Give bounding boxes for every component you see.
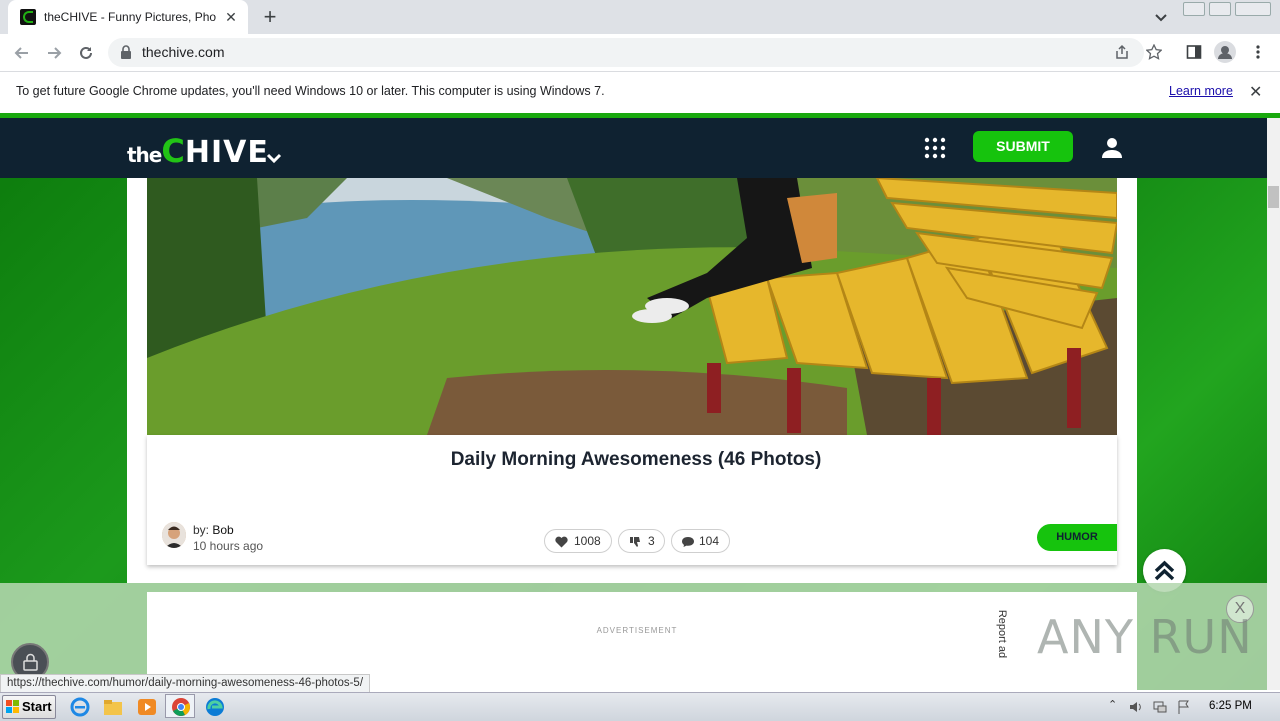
tray-expand-icon[interactable]: ⌃	[1108, 698, 1117, 711]
like-button[interactable]: 1008	[544, 529, 612, 553]
thumbs-down-icon	[630, 537, 640, 547]
status-bar-url: https://thechive.com/humor/daily-morning…	[0, 674, 371, 693]
comments-button[interactable]: 104	[671, 529, 730, 553]
new-tab-button[interactable]: +	[258, 5, 282, 29]
address-bar[interactable]	[108, 38, 1144, 67]
reload-icon[interactable]	[76, 43, 96, 63]
chrome-icon	[172, 698, 190, 716]
logo-the: the	[127, 143, 162, 167]
back-arrow-icon[interactable]	[12, 43, 32, 63]
windows-logo-icon	[6, 700, 19, 713]
user-account-icon[interactable]	[1100, 136, 1124, 160]
media-player-icon[interactable]	[136, 697, 158, 717]
category-badge[interactable]: HUMOR	[1037, 524, 1117, 551]
internet-explorer-icon[interactable]	[69, 697, 91, 717]
comment-count: 104	[699, 534, 720, 548]
heart-icon	[555, 536, 568, 548]
submit-button[interactable]: SUBMIT	[973, 131, 1073, 162]
side-panel-icon[interactable]	[1186, 44, 1202, 60]
apps-grid-icon[interactable]	[924, 137, 946, 159]
edge-icon[interactable]	[204, 697, 226, 717]
like-count: 1008	[574, 534, 601, 548]
author-prefix: by:	[193, 523, 210, 537]
scrollbar-thumb[interactable]	[1268, 186, 1279, 208]
thechive-logo[interactable]: theCHIVE	[127, 132, 269, 170]
window-close-button[interactable]	[1235, 2, 1271, 16]
tab-title: theCHIVE - Funny Pictures, Photos, Memes	[44, 10, 216, 24]
learn-more-link[interactable]: Learn more	[1169, 84, 1233, 98]
url-text[interactable]: thechive.com	[142, 44, 224, 60]
author-line: by: Bob	[193, 523, 234, 537]
volume-icon[interactable]	[1128, 699, 1144, 715]
forward-arrow-icon[interactable]	[44, 43, 64, 63]
dislike-button[interactable]: 3	[618, 529, 665, 553]
report-ad-link[interactable]: Report ad	[996, 610, 1008, 658]
lock-icon[interactable]	[120, 45, 132, 59]
network-icon[interactable]	[1152, 699, 1168, 715]
browser-tab[interactable]: theCHIVE - Funny Pictures, Photos, Memes…	[8, 0, 248, 34]
tab-search-chevron-icon[interactable]	[1150, 6, 1172, 28]
author-avatar[interactable]	[162, 522, 186, 548]
action-center-flag-icon[interactable]	[1176, 699, 1192, 715]
info-bar-close-icon[interactable]: ✕	[1249, 82, 1262, 102]
post-time: 10 hours ago	[193, 539, 264, 553]
start-button[interactable]: Start	[2, 695, 56, 719]
start-label: Start	[22, 699, 52, 714]
chevron-down-icon[interactable]	[264, 148, 284, 168]
anyrun-watermark: ANY RUN	[1037, 610, 1253, 664]
file-explorer-icon[interactable]	[102, 697, 124, 717]
chive-favicon-icon	[20, 9, 36, 25]
share-icon[interactable]	[1114, 44, 1130, 60]
article-title[interactable]: Daily Morning Awesomeness (46 Photos)	[147, 449, 1125, 471]
author-name[interactable]: Bob	[212, 523, 233, 537]
logo-hive: HIVE	[184, 135, 269, 170]
restore-button[interactable]	[1209, 2, 1231, 16]
chrome-menu-icon[interactable]	[1252, 44, 1264, 60]
info-bar-message: To get future Google Chrome updates, you…	[16, 84, 605, 98]
ad-label: ADVERTISEMENT	[596, 626, 678, 635]
comment-bubble-icon	[682, 537, 694, 547]
minimize-button[interactable]	[1183, 2, 1205, 16]
tab-close-icon[interactable]: ✕	[222, 8, 240, 26]
bookmark-star-icon[interactable]	[1146, 44, 1162, 60]
logo-c: C	[161, 132, 185, 170]
taskbar-clock[interactable]: 6:25 PM	[1209, 700, 1252, 712]
dislike-count: 3	[648, 534, 655, 548]
profile-avatar-icon[interactable]	[1214, 41, 1236, 63]
article-hero-image[interactable]	[147, 178, 1117, 435]
